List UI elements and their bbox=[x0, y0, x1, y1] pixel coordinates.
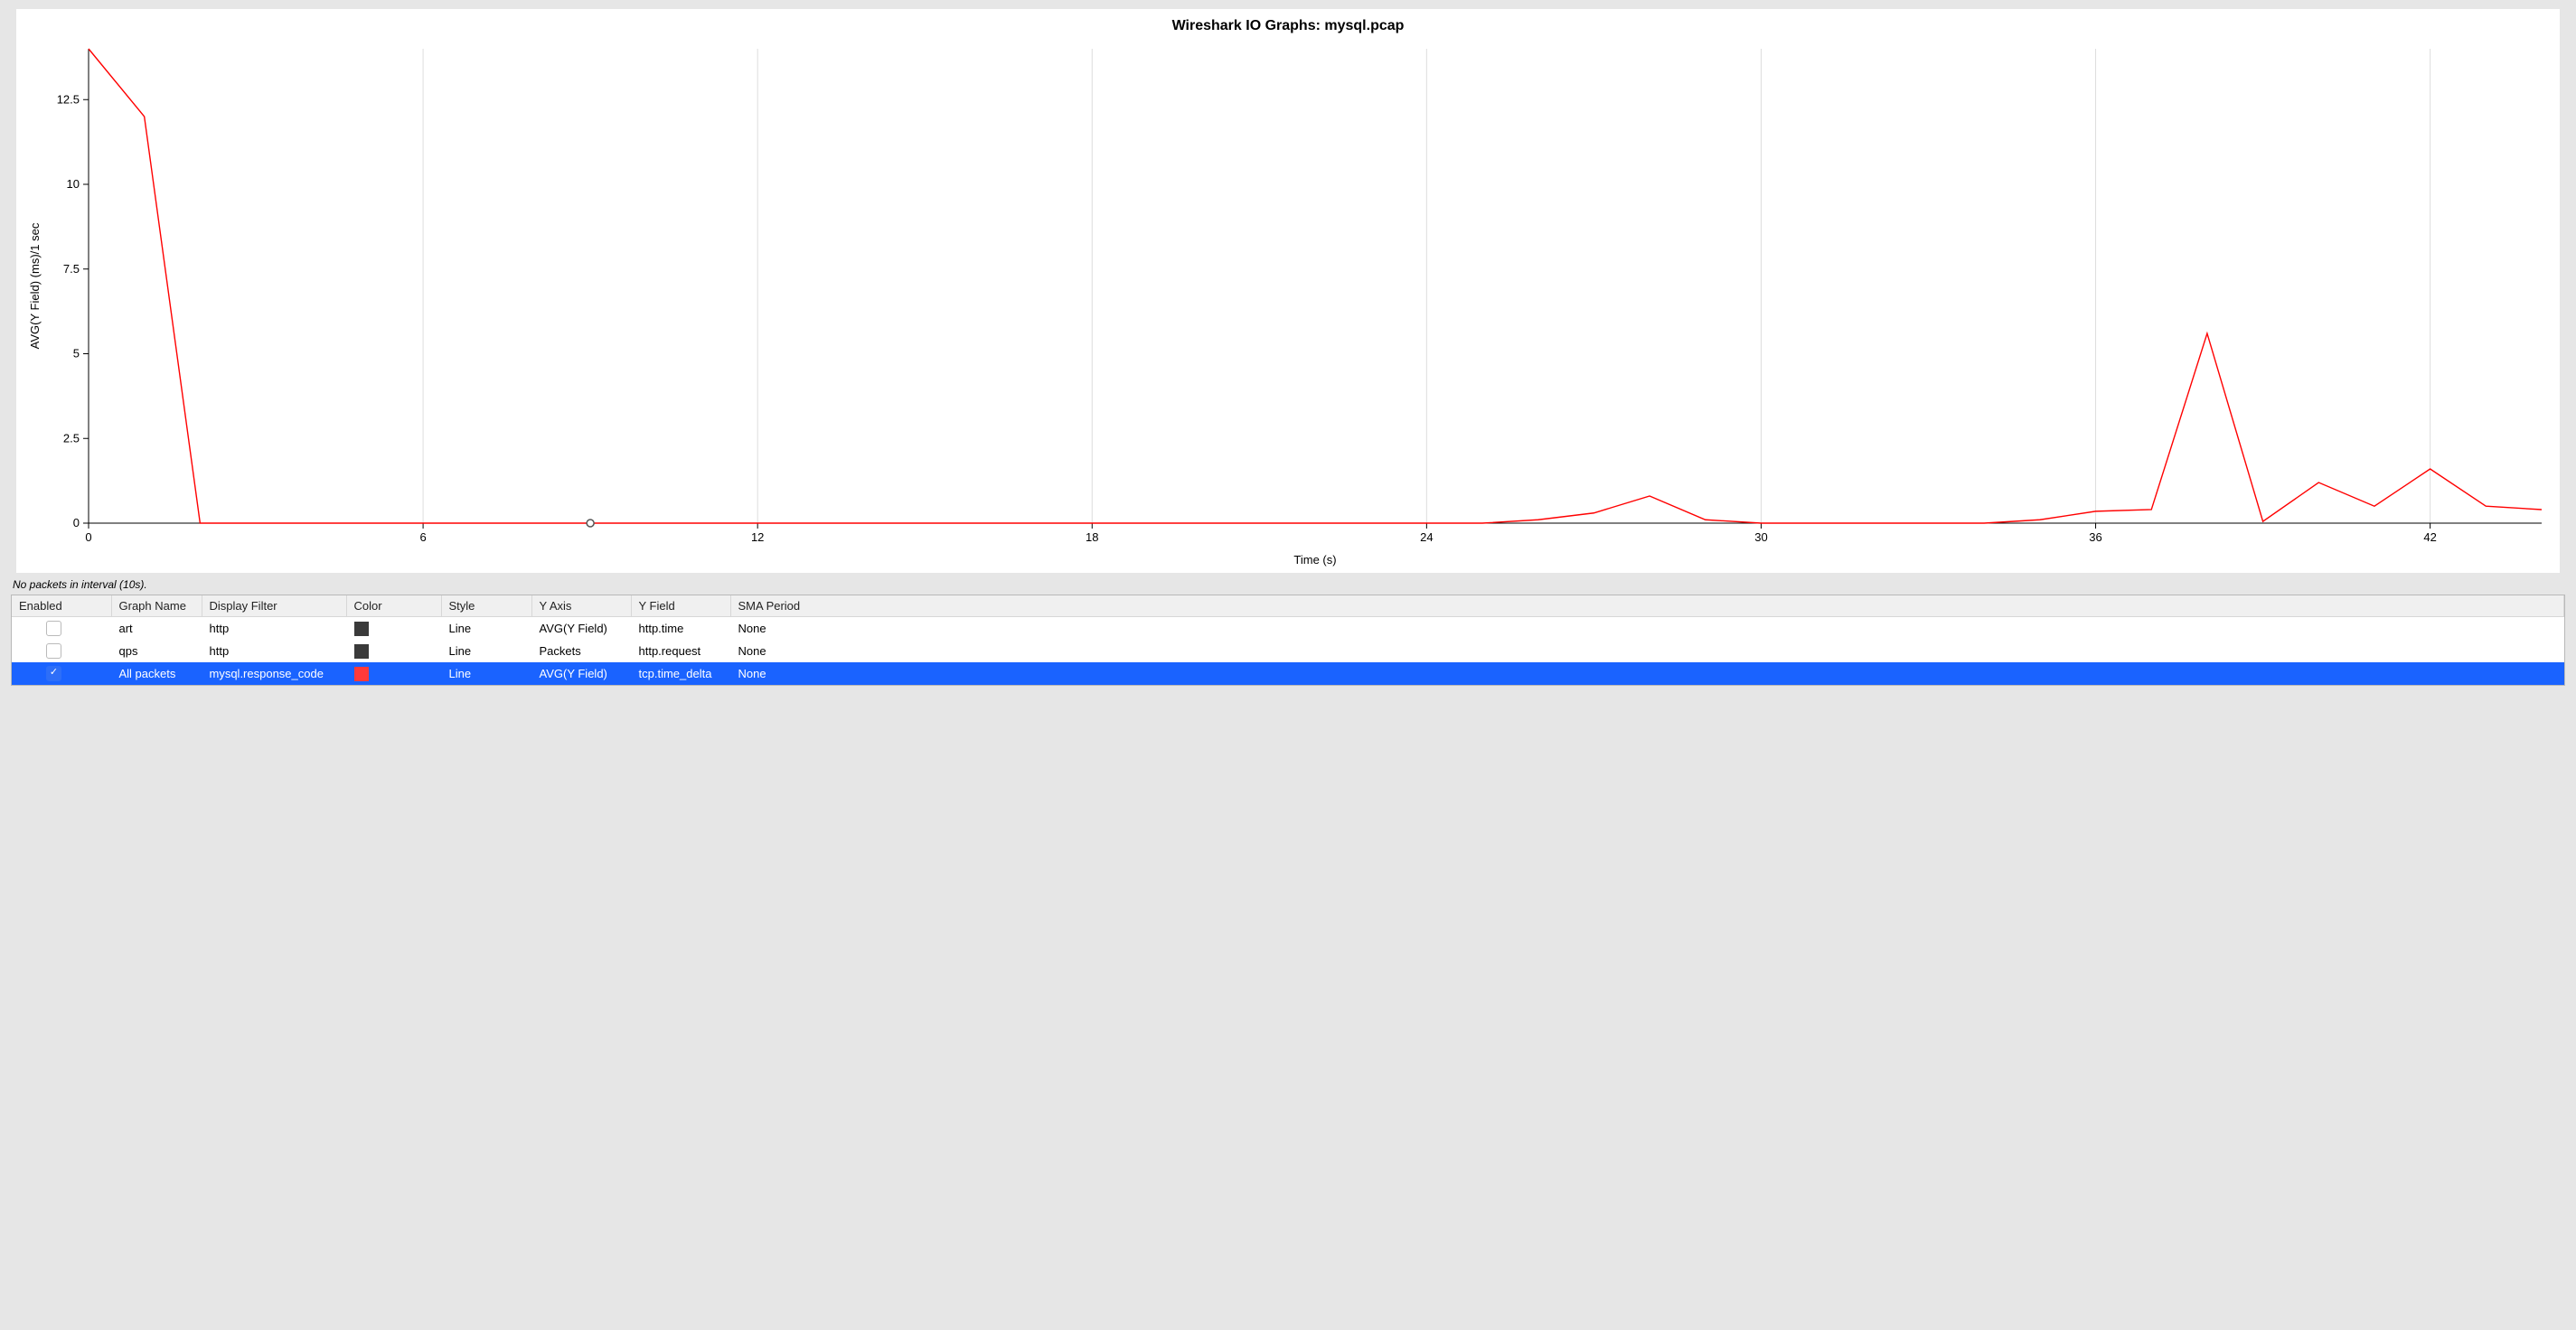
io-graph-window: Wireshark IO Graphs: mysql.pcap 0 2.5 5 7.5… bbox=[0, 0, 2576, 686]
color-swatch[interactable] bbox=[354, 622, 369, 636]
col-enabled[interactable]: Enabled bbox=[12, 595, 111, 617]
svg-text:24: 24 bbox=[1420, 530, 1433, 544]
svg-text:5: 5 bbox=[73, 347, 80, 361]
cell-style[interactable]: Line bbox=[441, 640, 531, 662]
cell-yfield[interactable]: http.request bbox=[631, 640, 730, 662]
table-header-row[interactable]: Enabled Graph Name Display Filter Color … bbox=[12, 595, 2564, 617]
cell-yfield[interactable]: http.time bbox=[631, 617, 730, 641]
cell-sma[interactable]: None bbox=[730, 640, 2564, 662]
svg-text:12.5: 12.5 bbox=[57, 92, 80, 106]
col-yaxis[interactable]: Y Axis bbox=[531, 595, 631, 617]
svg-text:0: 0 bbox=[73, 516, 80, 529]
svg-text:30: 30 bbox=[1754, 530, 1767, 544]
cell-graph-name[interactable]: qps bbox=[111, 640, 202, 662]
cell-style[interactable]: Line bbox=[441, 662, 531, 685]
svg-text:12: 12 bbox=[751, 530, 764, 544]
col-filter[interactable]: Display Filter bbox=[202, 595, 346, 617]
enabled-checkbox[interactable]: ✓ bbox=[46, 666, 61, 681]
cell-display-filter[interactable]: http bbox=[202, 617, 346, 641]
svg-text:42: 42 bbox=[2423, 530, 2436, 544]
cell-yaxis[interactable]: AVG(Y Field) bbox=[531, 617, 631, 641]
col-color[interactable]: Color bbox=[346, 595, 441, 617]
table-row[interactable]: ✓ All packetsmysql.response_code LineAVG(Y… bbox=[12, 662, 2564, 685]
graph-config-table[interactable]: Enabled Graph Name Display Filter Color … bbox=[11, 595, 2565, 686]
col-yfield[interactable]: Y Field bbox=[631, 595, 730, 617]
cell-display-filter[interactable]: mysql.response_code bbox=[202, 662, 346, 685]
enabled-checkbox[interactable] bbox=[46, 643, 61, 659]
chart-panel: Wireshark IO Graphs: mysql.pcap 0 2.5 5 7.5… bbox=[16, 9, 2560, 573]
col-style[interactable]: Style bbox=[441, 595, 531, 617]
cell-graph-name[interactable]: art bbox=[111, 617, 202, 641]
color-swatch[interactable] bbox=[354, 644, 369, 659]
enabled-checkbox[interactable] bbox=[46, 621, 61, 636]
cell-style[interactable]: Line bbox=[441, 617, 531, 641]
col-sma[interactable]: SMA Period bbox=[730, 595, 2564, 617]
svg-text:AVG(Y Field) (ms)/1 sec: AVG(Y Field) (ms)/1 sec bbox=[28, 222, 42, 349]
svg-text:36: 36 bbox=[2089, 530, 2101, 544]
svg-text:6: 6 bbox=[419, 530, 426, 544]
col-name[interactable]: Graph Name bbox=[111, 595, 202, 617]
chart-area[interactable]: 0 2.5 5 7.5 10 12.5 0 6 12 18 24 30 36 42 Time (s) AVG(… bbox=[16, 40, 2560, 573]
svg-text:18: 18 bbox=[1086, 530, 1098, 544]
svg-text:2.5: 2.5 bbox=[63, 431, 80, 445]
cell-yfield[interactable]: tcp.time_delta bbox=[631, 662, 730, 685]
svg-text:10: 10 bbox=[67, 177, 80, 191]
table-row[interactable]: arthttp LineAVG(Y Field)http.timeNone bbox=[12, 617, 2564, 641]
color-swatch[interactable] bbox=[354, 667, 369, 681]
svg-text:Time (s): Time (s) bbox=[1293, 553, 1336, 567]
cell-sma[interactable]: None bbox=[730, 617, 2564, 641]
hover-point bbox=[587, 520, 594, 527]
table-row[interactable]: qpshttp LinePacketshttp.requestNone bbox=[12, 640, 2564, 662]
cell-sma[interactable]: None bbox=[730, 662, 2564, 685]
cell-yaxis[interactable]: AVG(Y Field) bbox=[531, 662, 631, 685]
chart-title: Wireshark IO Graphs: mysql.pcap bbox=[16, 9, 2560, 40]
cell-display-filter[interactable]: http bbox=[202, 640, 346, 662]
cell-yaxis[interactable]: Packets bbox=[531, 640, 631, 662]
svg-text:7.5: 7.5 bbox=[63, 262, 80, 276]
svg-text:0: 0 bbox=[85, 530, 91, 544]
chart-svg[interactable]: 0 2.5 5 7.5 10 12.5 0 6 12 18 24 30 36 42 Time (s) AVG(… bbox=[16, 40, 2560, 573]
cell-graph-name[interactable]: All packets bbox=[111, 662, 202, 685]
status-text: No packets in interval (10s). bbox=[0, 573, 2576, 595]
